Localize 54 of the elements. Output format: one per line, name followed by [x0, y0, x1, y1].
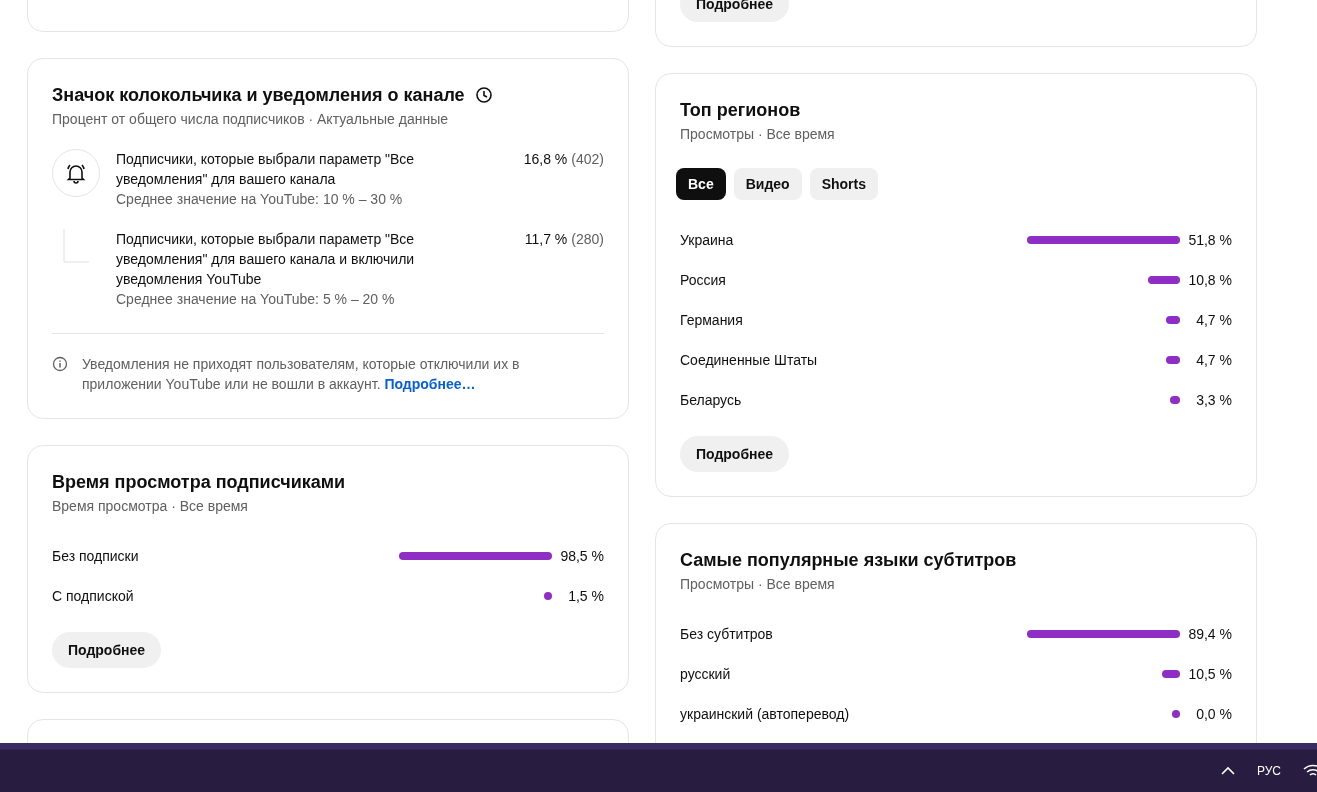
item-count: (280): [571, 230, 604, 249]
bar: [544, 592, 552, 600]
row-label: русский: [680, 666, 732, 682]
card-title: Время просмотра подписчиками: [52, 471, 347, 494]
chevron-up-icon[interactable]: [1220, 765, 1235, 776]
more-button[interactable]: Подробнее: [680, 436, 790, 472]
row-value: 4,7 %: [1195, 312, 1232, 328]
item-average: Среднее значение на YouTube: 10 % – 30 %: [116, 190, 404, 209]
card-subtitle: Процент от общего числа подписчиков · Актуальные данные: [52, 110, 450, 129]
item-count: (402): [571, 150, 604, 169]
card-title: Топ регионов: [680, 99, 802, 122]
row-label: Украина: [680, 232, 735, 248]
item-percent: 16,8 %: [523, 150, 568, 169]
card-subtitle: Время просмотра · Все время: [52, 497, 249, 516]
row-value: 10,8 %: [1187, 272, 1232, 288]
clock-icon: [474, 86, 493, 104]
item-average: Среднее значение на YouTube: 5 % – 20 %: [116, 290, 396, 309]
bar: [1166, 316, 1180, 324]
more-button[interactable]: Подробнее: [52, 632, 162, 668]
info-note: Уведомления не приходят пользователям, которые отключили их в приложении YouTube или не вошли в аккаунт. Подробнее…: [82, 355, 521, 394]
item-text: Подписчики, которые выбрали параметр "Все уведомления" для вашего канала и включили уведомления YouTube: [116, 230, 416, 289]
row-value: 4,7 %: [1195, 352, 1232, 368]
row-value: 10,5 %: [1187, 666, 1232, 682]
card-subtitle: Просмотры · Все время: [680, 125, 836, 144]
row-value: 3,3 %: [1195, 392, 1232, 408]
language-indicator[interactable]: РУС: [1256, 763, 1281, 778]
row-value: 89,4 %: [1187, 626, 1232, 642]
more-link[interactable]: Подробнее…: [384, 376, 476, 392]
row-value: 98,5 %: [559, 548, 604, 564]
item-percent: 11,7 %: [524, 230, 568, 249]
card-title: Самые популярные языки субтитров: [680, 549, 1018, 572]
filter-chip[interactable]: Все: [676, 168, 726, 200]
row-label: Беларусь: [680, 392, 743, 408]
card-subtitle: Просмотры · Все время: [680, 575, 836, 594]
item-text: Подписчики, которые выбрали параметр "Все уведомления" для вашего канала: [116, 150, 416, 189]
row-label: Соединенные Штаты: [680, 352, 819, 368]
row-label: С подпиской: [52, 588, 135, 604]
row-label: Без подписки: [52, 548, 140, 564]
row-value: 1,5 %: [567, 588, 604, 604]
row-label: Россия: [680, 272, 727, 288]
filter-chip[interactable]: Shorts: [809, 168, 878, 200]
row-label: Без субтитров: [680, 626, 774, 642]
bar: [1166, 356, 1180, 364]
bar: [1148, 276, 1180, 284]
row-value: 0,0 %: [1195, 706, 1232, 722]
info-icon: [52, 356, 68, 372]
bar: [1170, 396, 1180, 404]
row-label: Германия: [680, 312, 744, 328]
bar: [1172, 710, 1180, 718]
row-label: украинский (автоперевод): [680, 706, 851, 722]
filter-chip[interactable]: Видео: [733, 168, 802, 200]
bar: [1162, 670, 1180, 678]
card-title: Значок колокольчика и уведомления о канале: [52, 84, 465, 107]
row-value: 51,8 %: [1187, 232, 1232, 248]
